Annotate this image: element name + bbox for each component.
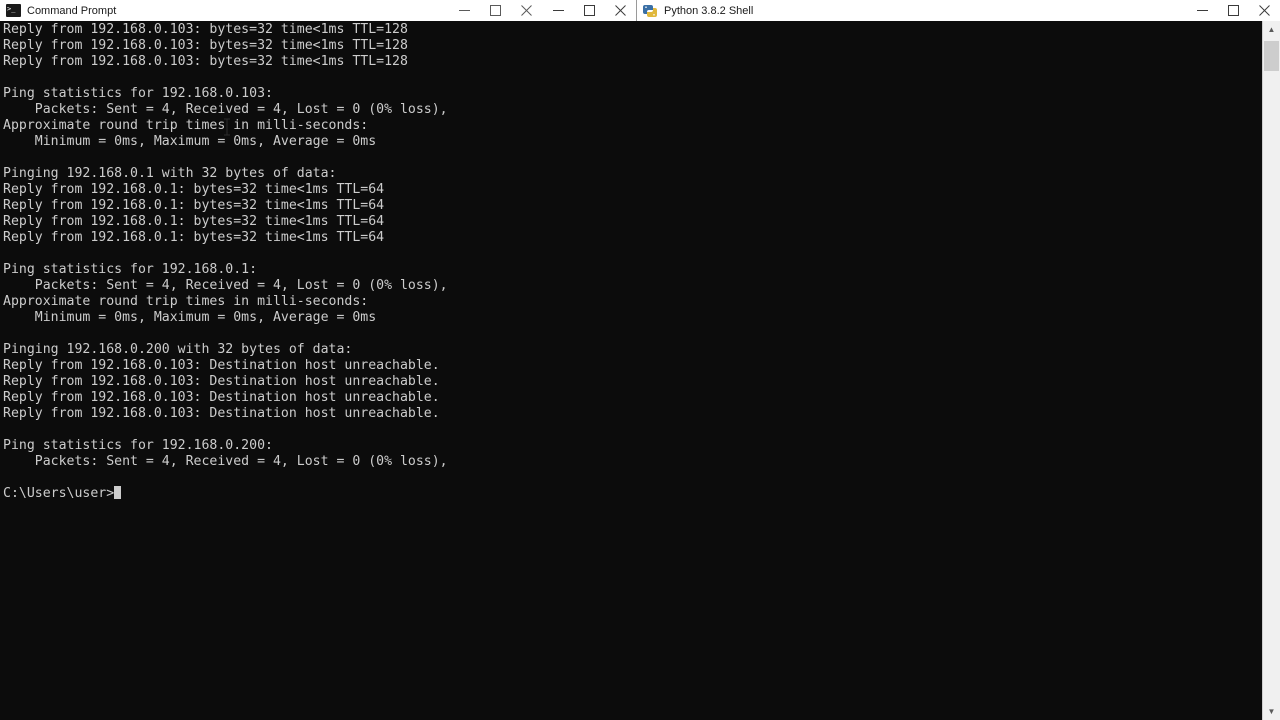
shell-title-text: Python 3.8.2 Shell — [664, 4, 754, 17]
cmd-output-text: Reply from 192.168.0.103: bytes=32 time<… — [3, 22, 1263, 502]
close-icon[interactable] — [1249, 0, 1280, 21]
minimize-icon[interactable] — [543, 0, 574, 21]
cmd-line: Reply from 192.168.0.1: bytes=32 time<1m… — [3, 214, 385, 229]
cmd-line: Reply from 192.168.0.103: Destination ho… — [3, 390, 440, 405]
maximize-icon[interactable] — [1218, 0, 1249, 21]
minimize-icon[interactable] — [449, 0, 480, 21]
cmd-line: Reply from 192.168.0.1: bytes=32 time<1m… — [3, 230, 385, 245]
cmd-line: Ping statistics for 192.168.0.200: — [3, 438, 273, 453]
cmd-title-text: Command Prompt — [27, 4, 117, 17]
cmd-line: Reply from 192.168.0.103: bytes=32 time<… — [3, 22, 408, 37]
cmd-prompt-line: C:\Users\user> — [3, 486, 115, 501]
cmd-window-buttons — [449, 0, 542, 21]
cmd-line: Minimum = 0ms, Maximum = 0ms, Average = … — [3, 310, 377, 325]
cmd-line: Approximate round trip times in milli-se… — [3, 294, 369, 309]
close-icon[interactable] — [511, 0, 542, 21]
cmd-line: Reply from 192.168.0.1: bytes=32 time<1m… — [3, 198, 385, 213]
maximize-icon[interactable] — [480, 0, 511, 21]
cmd-block-cursor — [114, 486, 122, 499]
cmd-line: Pinging 192.168.0.200 with 32 bytes of d… — [3, 342, 353, 357]
cmd-line: Approximate round trip times in milli-se… — [3, 118, 369, 133]
cmd-line: Reply from 192.168.0.103: Destination ho… — [3, 358, 440, 373]
cmd-line: Reply from 192.168.0.1: bytes=32 time<1m… — [3, 182, 385, 197]
screen: *ping-vise-ip-adresa.py - C:/Python38-64… — [0, 0, 1280, 720]
cmd-line: Reply from 192.168.0.103: Destination ho… — [3, 406, 440, 421]
cmd-console-output[interactable]: Reply from 192.168.0.103: bytes=32 time<… — [0, 21, 1263, 720]
cmd-titlebar[interactable]: Command Prompt — [0, 0, 542, 21]
close-icon[interactable] — [605, 0, 636, 21]
python-idle-icon — [642, 3, 658, 19]
chevron-up-icon[interactable]: ▲ — [1263, 21, 1280, 38]
cmd-line: Pinging 192.168.0.1 with 32 bytes of dat… — [3, 166, 337, 181]
command-prompt-window: Command Prompt Reply from 192.168.0.103:… — [0, 0, 1280, 720]
maximize-icon[interactable] — [574, 0, 605, 21]
cmd-line: Reply from 192.168.0.103: Destination ho… — [3, 374, 440, 389]
minimize-icon[interactable] — [1187, 0, 1218, 21]
cmd-line: Packets: Sent = 4, Received = 4, Lost = … — [3, 278, 448, 293]
cmd-line: Reply from 192.168.0.103: bytes=32 time<… — [3, 38, 408, 53]
cmd-line: Packets: Sent = 4, Received = 4, Lost = … — [3, 454, 448, 469]
cmd-line: Minimum = 0ms, Maximum = 0ms, Average = … — [3, 134, 377, 149]
cmd-line: Ping statistics for 192.168.0.1: — [3, 262, 258, 277]
shell-window-buttons — [1187, 0, 1280, 21]
cmd-scrollbar-thumb[interactable] — [1264, 41, 1279, 71]
chevron-down-icon[interactable]: ▼ — [1263, 703, 1280, 720]
editor-window-buttons — [543, 0, 636, 21]
cmd-line: Packets: Sent = 4, Received = 4, Lost = … — [3, 102, 448, 117]
cmd-vertical-scrollbar[interactable]: ▲ ▼ — [1262, 21, 1280, 720]
shell-titlebar[interactable]: Python 3.8.2 Shell — [637, 0, 1280, 21]
cmd-line: Ping statistics for 192.168.0.103: — [3, 86, 273, 101]
command-prompt-icon — [6, 3, 21, 17]
cmd-line: Reply from 192.168.0.103: bytes=32 time<… — [3, 54, 408, 69]
